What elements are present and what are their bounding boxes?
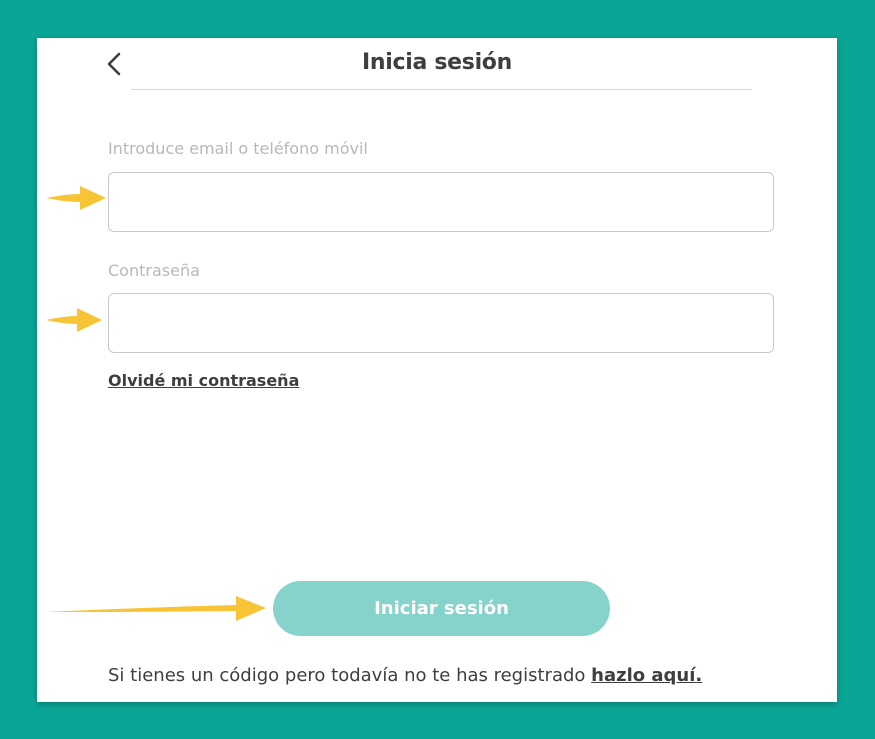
password-input[interactable] — [108, 293, 774, 353]
register-text: Si tienes un código pero todavía no te h… — [108, 665, 586, 686]
forgot-password-link[interactable]: Olvidé mi contraseña — [108, 371, 299, 390]
password-label: Contraseña — [108, 261, 200, 280]
email-input[interactable] — [108, 172, 774, 232]
login-card: Inicia sesión Introduce email o teléfono… — [37, 38, 837, 702]
title-divider — [131, 89, 752, 90]
register-prompt: Si tienes un código pero todavía no te h… — [108, 665, 702, 686]
page-title: Inicia sesión — [361, 50, 512, 75]
register-link[interactable]: hazlo aquí. — [591, 665, 702, 686]
email-label: Introduce email o teléfono móvil — [108, 139, 368, 158]
login-button[interactable]: Iniciar sesión — [273, 581, 610, 636]
